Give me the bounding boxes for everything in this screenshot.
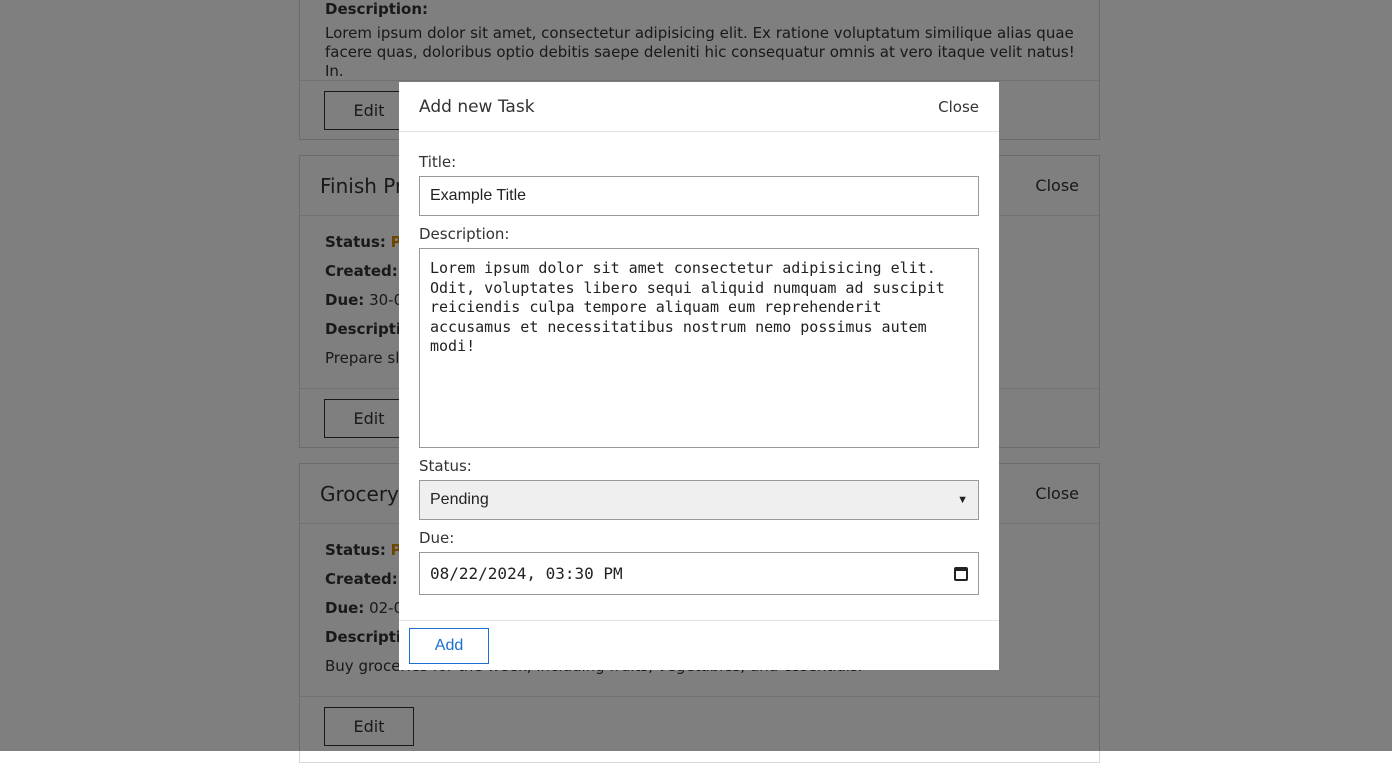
description-textarea-value: Lorem ipsum dolor sit amet consectetur a… <box>430 259 945 355</box>
chevron-down-icon: ▼ <box>957 494 968 506</box>
modal-footer: Add <box>399 620 999 670</box>
description-textarea[interactable]: Lorem ipsum dolor sit amet consectetur a… <box>419 248 979 448</box>
description-label: Description: <box>419 225 510 243</box>
modal-title: Add new Task <box>419 96 535 117</box>
status-select-value: Pending <box>430 491 489 508</box>
task-form: Title: Example Title Description: Lorem … <box>399 132 999 595</box>
due-datetime-value: 08/22/2024, 03:30 PM <box>430 564 623 583</box>
status-select[interactable]: Pending ▼ <box>419 480 979 520</box>
add-button[interactable]: Add <box>409 627 489 664</box>
due-datetime-input[interactable]: 08/22/2024, 03:30 PM <box>419 552 979 595</box>
modal-header: Add new Task Close <box>399 82 999 132</box>
title-input[interactable]: Example Title <box>419 176 979 216</box>
modal-close-button[interactable]: Close <box>938 98 979 116</box>
title-input-value: Example Title <box>430 187 527 204</box>
status-label: Status: <box>419 457 472 475</box>
title-label: Title: <box>419 153 457 171</box>
calendar-icon[interactable] <box>954 566 968 581</box>
due-label: Due: <box>419 529 455 547</box>
add-task-modal: Add new Task Close Title: Example Title … <box>399 82 999 670</box>
